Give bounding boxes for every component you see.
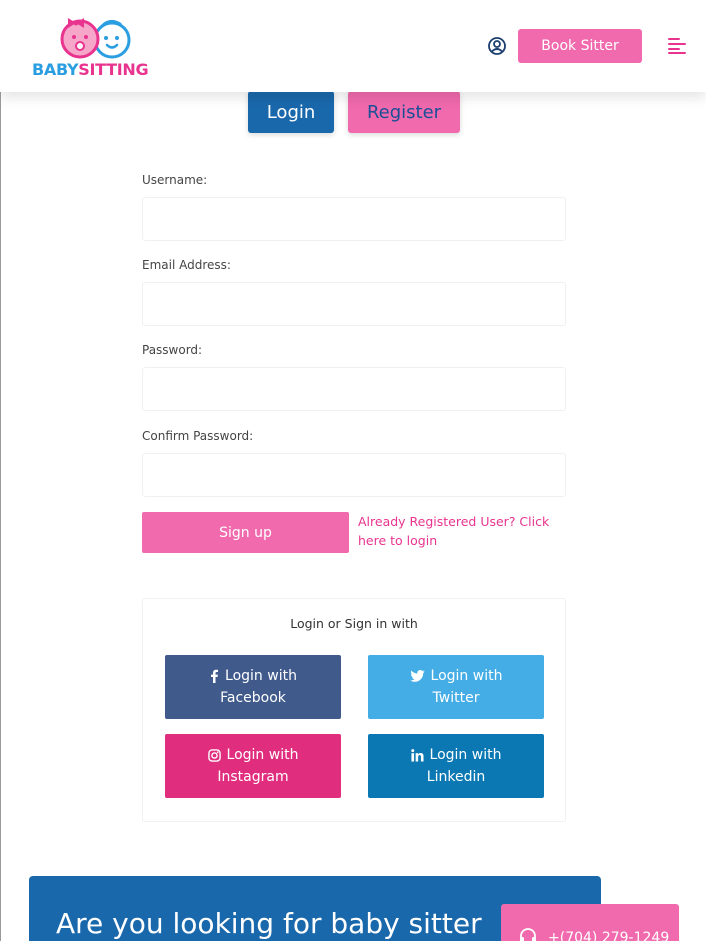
twitter-login-button[interactable]: Login with Twitter: [368, 655, 544, 719]
page-edge: [0, 0, 1, 941]
twitter-icon: [409, 670, 425, 682]
password-label: Password:: [142, 343, 203, 357]
instagram-login-button[interactable]: Login with Instagram: [165, 734, 341, 798]
user-circle-icon[interactable]: [487, 36, 507, 56]
tab-login[interactable]: Login: [248, 91, 334, 133]
confirm-password-label: Confirm Password:: [142, 429, 254, 443]
logo-text-sitting: SITTING: [78, 60, 149, 79]
linkedin-icon: [410, 748, 424, 762]
baby-faces-logo-icon: [60, 18, 131, 59]
instagram-icon: [207, 748, 221, 762]
banner-heading: Are you looking for baby sitter: [56, 907, 482, 940]
logo-wordmark: BABYSITTING: [32, 60, 149, 79]
tab-register[interactable]: Register: [348, 91, 460, 133]
linkedin-login-label: Login with Linkedin: [426, 747, 502, 785]
phone-number: +(704) 279-1249: [548, 930, 670, 941]
email-input[interactable]: [142, 282, 566, 326]
phone-button[interactable]: +(704) 279-1249: [501, 904, 679, 941]
linkedin-login-button[interactable]: Login with Linkedin: [368, 734, 544, 798]
confirm-password-input[interactable]: [142, 453, 566, 497]
menu-icon[interactable]: [668, 38, 686, 54]
sign-up-button[interactable]: Sign up: [142, 512, 349, 553]
logo-text-baby: BABY: [32, 60, 79, 79]
facebook-login-button[interactable]: Login with Facebook: [165, 655, 341, 719]
headset-icon: [520, 928, 536, 941]
username-label: Username:: [142, 173, 208, 187]
facebook-icon: [211, 669, 219, 683]
email-label: Email Address:: [142, 258, 231, 272]
facebook-login-label: Login with Facebook: [220, 668, 297, 706]
site-header: BABYSITTING Book Sitter: [0, 0, 706, 92]
instagram-login-label: Login with Instagram: [217, 747, 299, 785]
password-input[interactable]: [142, 367, 566, 411]
username-input[interactable]: [142, 197, 566, 241]
logo[interactable]: BABYSITTING: [32, 12, 160, 80]
book-sitter-button[interactable]: Book Sitter: [518, 29, 642, 63]
social-login-box: Login or Sign in with Login with Faceboo…: [142, 598, 566, 822]
twitter-login-label: Login with Twitter: [430, 668, 503, 706]
already-registered-link[interactable]: Already Registered User? Click here to l…: [358, 512, 558, 550]
social-login-title: Login or Sign in with: [290, 616, 418, 631]
